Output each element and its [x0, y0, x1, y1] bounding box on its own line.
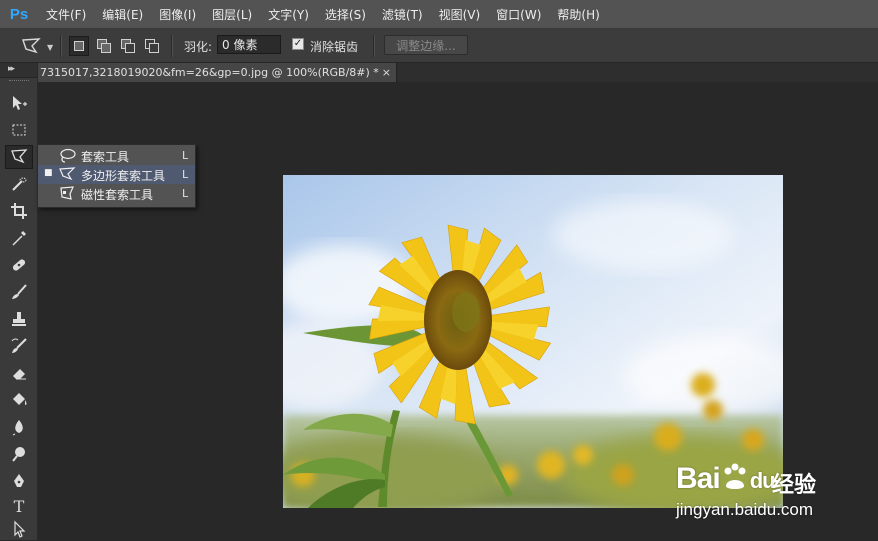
flyout-item-magnetic-lasso[interactable]: 磁性套索工具 L — [38, 184, 195, 203]
eyedropper-tool[interactable] — [5, 226, 33, 250]
paint-bucket-tool[interactable] — [5, 388, 33, 412]
tool-preset-picker[interactable] — [20, 37, 42, 55]
lasso-icon — [60, 148, 76, 163]
menu-layer[interactable]: 图层(L) — [212, 6, 252, 23]
magnetic-lasso-icon — [60, 186, 74, 200]
watermark-brand: Bai du — [676, 462, 776, 495]
quick-selection-tool-icon — [12, 177, 27, 191]
intersect-selection-button[interactable] — [142, 36, 162, 56]
clone-stamp-tool[interactable] — [5, 307, 33, 331]
subtract-from-selection-button[interactable] — [118, 36, 138, 56]
clone-stamp-tool-icon — [12, 312, 26, 326]
polygonal-lasso-tool-icon — [11, 149, 28, 164]
menu-file[interactable]: 文件(F) — [46, 6, 86, 23]
flyout-item-label: 磁性套索工具 — [81, 188, 154, 202]
brush-tool[interactable] — [5, 280, 33, 304]
move-tool[interactable] — [5, 91, 33, 115]
divider — [171, 35, 173, 57]
pen-tool[interactable] — [5, 469, 33, 493]
marquee-tool[interactable] — [5, 118, 33, 142]
menu-image[interactable]: 图像(I) — [159, 6, 196, 23]
history-brush-tool[interactable] — [5, 334, 33, 358]
options-bar: ▼ 羽化: 0 像素 ✓ 消除锯齿 调整边缘... — [0, 29, 878, 63]
close-tab-icon[interactable]: × — [382, 63, 391, 82]
antialias-label: 消除锯齿 — [310, 40, 359, 54]
healing-brush-tool[interactable] — [5, 253, 33, 277]
new-selection-button[interactable] — [69, 36, 89, 56]
crop-tool-icon — [11, 203, 27, 219]
flyout-item-lasso[interactable]: 套索工具 L — [38, 146, 195, 165]
refine-edge-button[interactable]: 调整边缘... — [384, 35, 468, 55]
brush-tool-icon — [12, 284, 27, 299]
healing-brush-tool-icon — [12, 259, 26, 271]
flyout-item-polygonal-lasso[interactable]: ■ 多边形套索工具 L — [38, 165, 195, 184]
history-brush-tool-icon — [11, 338, 27, 353]
type-tool-icon: T — [13, 496, 25, 516]
eraser-tool-icon — [13, 369, 26, 380]
feather-label: 羽化: — [184, 40, 213, 54]
watermark-url: jingyan.baidu.com — [676, 500, 814, 519]
menu-edit[interactable]: 编辑(E) — [102, 6, 143, 23]
pen-tool-icon — [14, 474, 24, 487]
path-selection-tool-icon — [14, 520, 26, 538]
flyout-shortcut: L — [182, 149, 189, 162]
add-to-selection-button[interactable] — [94, 36, 114, 56]
photoshop-logo: Ps — [9, 5, 29, 23]
blur-tool-icon — [12, 420, 23, 436]
quick-selection-tool[interactable] — [5, 172, 33, 196]
marquee-tool-icon — [12, 124, 26, 136]
tools-panel: ▸▸ T — [0, 63, 38, 540]
flyout-shortcut: L — [182, 168, 189, 181]
flyout-item-label: 套索工具 — [81, 150, 130, 164]
polygonal-lasso-icon — [22, 38, 41, 54]
flyout-shortcut: L — [182, 187, 189, 200]
dodge-tool[interactable] — [5, 442, 33, 466]
document-tab-title: 7315017,3218019020&fm=26&gp=0.jpg @ 100%… — [40, 66, 379, 79]
menu-select[interactable]: 选择(S) — [325, 6, 366, 23]
polygonal-lasso-icon — [59, 167, 76, 181]
antialias-checkbox[interactable]: ✓ — [292, 38, 304, 50]
lasso-tool-flyout: 套索工具 L ■ 多边形套索工具 L 磁性套索工具 L — [37, 144, 196, 208]
collapse-icon[interactable]: ▸▸ — [8, 64, 15, 74]
crop-tool[interactable] — [5, 199, 33, 223]
menu-filter[interactable]: 滤镜(T) — [382, 6, 423, 23]
paint-bucket-tool-icon — [13, 393, 27, 405]
polygonal-lasso-tool[interactable] — [5, 145, 33, 169]
dodge-tool-icon — [12, 447, 25, 462]
eyedropper-tool-icon — [12, 231, 26, 246]
menu-view[interactable]: 视图(V) — [439, 6, 481, 23]
chevron-down-icon[interactable]: ▼ — [47, 43, 53, 52]
menu-window[interactable]: 窗口(W) — [496, 6, 541, 23]
paw-icon — [724, 463, 746, 489]
menu-type[interactable]: 文字(Y) — [268, 6, 309, 23]
menu-bar: Ps 文件(F) 编辑(E) 图像(I) 图层(L) 文字(Y) 选择(S) 滤… — [0, 0, 878, 29]
divider — [60, 35, 62, 57]
flyout-item-label: 多边形套索工具 — [81, 169, 166, 183]
eraser-tool[interactable] — [5, 361, 33, 385]
baidu-jingyan-watermark: Bai du 经验 jingyan.baidu.com — [672, 447, 872, 527]
type-tool[interactable]: T — [5, 494, 33, 518]
panel-grip[interactable] — [9, 80, 29, 83]
document-tab[interactable]: 7315017,3218019020&fm=26&gp=0.jpg @ 100%… — [38, 63, 397, 82]
tools-panel-header[interactable]: ▸▸ — [0, 63, 37, 78]
path-selection-tool[interactable] — [5, 517, 33, 541]
divider — [373, 35, 375, 57]
blur-tool[interactable] — [5, 415, 33, 439]
watermark-cn: 经验 — [772, 473, 817, 498]
move-tool-icon — [13, 96, 27, 110]
menu-help[interactable]: 帮助(H) — [557, 6, 599, 23]
feather-input[interactable]: 0 像素 — [217, 35, 281, 54]
selected-bullet-icon: ■ — [44, 168, 53, 178]
